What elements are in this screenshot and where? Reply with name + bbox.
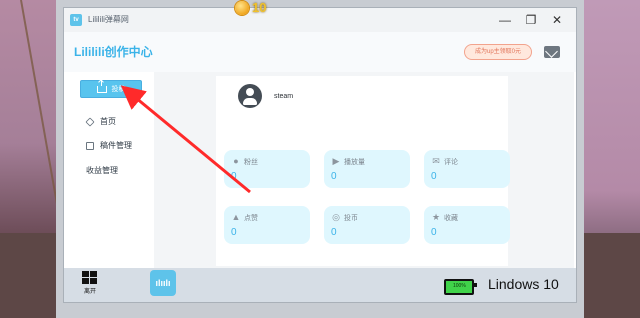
stat-value: 0 <box>331 227 337 238</box>
thumb-up-icon: ▲ <box>231 212 241 222</box>
upload-button-label: 投稿 <box>111 86 126 93</box>
sidebar-item-label: 收益管理 <box>86 166 118 175</box>
stat-label: 投币 <box>344 215 358 222</box>
upload-icon <box>96 79 107 93</box>
home-icon <box>85 116 95 127</box>
bilibili-app-taskbar-icon[interactable]: ılıılı <box>150 270 176 296</box>
sidebar-item-manuscripts[interactable]: 稿件管理 <box>86 140 132 151</box>
battery-icon: 100% <box>444 279 477 295</box>
coin-counter: 10 <box>235 0 266 15</box>
start-label: 离开 <box>83 289 96 295</box>
sidebar-item-revenue[interactable]: 收益管理 <box>86 165 329 176</box>
stat-card-coins: ◎ 投币 0 <box>324 206 410 244</box>
window-titlebar: tv Lililili弹幕网 — ❐ ✕ <box>64 8 576 32</box>
upload-button[interactable]: 投稿 <box>80 79 142 98</box>
doc-icon <box>86 141 94 150</box>
stat-label: 点赞 <box>244 215 258 222</box>
become-up-button[interactable]: 成为up主领取0元 <box>464 44 532 60</box>
stat-label: 收藏 <box>444 215 458 222</box>
stat-label: 播放量 <box>344 159 365 166</box>
sidebar-item-label: 稿件管理 <box>100 141 132 150</box>
window-title: Lililili弹幕网 <box>88 15 129 24</box>
os-name: Lindows 10 <box>488 276 559 292</box>
username: steam <box>274 93 294 100</box>
stat-label: 评论 <box>444 159 458 166</box>
monitor-screen: tv Lililili弹幕网 — ❐ ✕ Lililili创作中心 成为up主领… <box>64 8 576 302</box>
battery-level: 100% <box>453 283 466 289</box>
user-icon: ● <box>233 156 239 166</box>
coin-icon: ◎ <box>332 212 340 222</box>
coin-icon <box>235 0 249 15</box>
start-button[interactable]: 离开 <box>78 271 102 295</box>
minimize-button[interactable]: — <box>496 11 514 29</box>
mail-icon[interactable] <box>544 46 560 58</box>
main-content: steam ● 粉丝 0 ▶ 播放量 0 ✉ 评论 0 ▲ 点赞 0 ◎ 投币 … <box>154 72 574 268</box>
sidebar: 投稿 首页 稿件管理 收益管理 <box>64 72 329 268</box>
coin-count: 10 <box>252 0 267 15</box>
stat-card-comments: ✉ 评论 0 <box>424 150 510 188</box>
stat-value: 0 <box>231 171 237 182</box>
close-button[interactable]: ✕ <box>548 11 566 29</box>
stat-value: 0 <box>431 227 437 238</box>
stat-card-fans: ● 粉丝 0 <box>224 150 310 188</box>
stat-card-favorites: ★ 收藏 0 <box>424 206 510 244</box>
stat-value: 0 <box>431 171 437 182</box>
stat-card-likes: ▲ 点赞 0 <box>224 206 310 244</box>
page-title: Lililili创作中心 <box>74 45 153 59</box>
comment-icon: ✉ <box>432 156 440 166</box>
stat-value: 0 <box>331 171 337 182</box>
maximize-button[interactable]: ❐ <box>522 11 540 29</box>
app-header: Lililili创作中心 成为up主领取0元 <box>64 32 576 72</box>
windows-logo-icon <box>82 271 98 285</box>
play-icon: ▶ <box>332 156 340 166</box>
app-logo-icon: tv <box>70 14 82 26</box>
stat-value: 0 <box>231 227 237 238</box>
sidebar-item-label: 首页 <box>100 117 116 126</box>
avatar[interactable] <box>238 84 262 108</box>
taskbar: 离开 ılıılı 100% Lindows 10 <box>64 268 576 302</box>
star-icon: ★ <box>431 212 441 222</box>
stat-label: 粉丝 <box>244 159 258 166</box>
sidebar-item-home[interactable]: 首页 <box>85 116 116 127</box>
stat-card-plays: ▶ 播放量 0 <box>324 150 410 188</box>
